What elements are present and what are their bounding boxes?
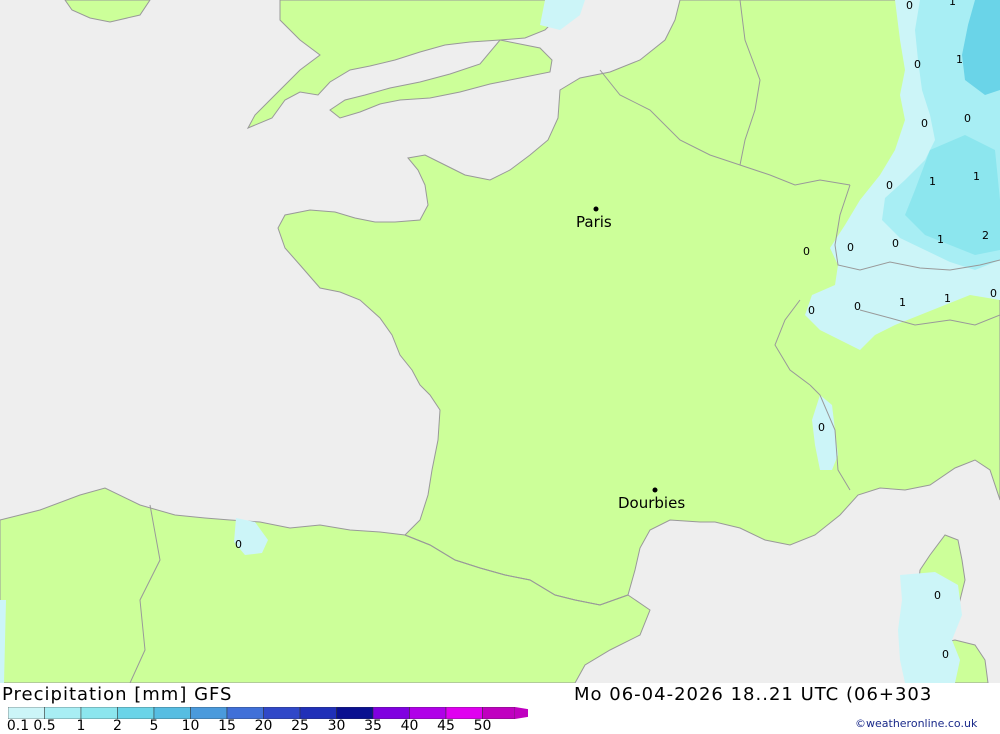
precip-label: 1 xyxy=(929,175,936,188)
precip-label: 0 xyxy=(886,179,893,192)
precip-label: 0 xyxy=(990,287,997,300)
precip-label: 1 xyxy=(973,170,980,183)
city-label: Paris xyxy=(576,213,612,231)
color-scale-labels: 0.1 0.5 1 2 5 10 15 20 25 30 35 40 45 50 xyxy=(0,718,520,734)
scale-label: 15 xyxy=(218,718,236,734)
precip-label: 0 xyxy=(808,304,815,317)
scale-label: 2 xyxy=(113,718,122,734)
precip-label: 0 xyxy=(964,112,971,125)
valid-time: Mo 06-04-2026 18..21 UTC (06+303 xyxy=(574,684,933,705)
precip-label: 0 xyxy=(906,0,913,12)
scale-label: 25 xyxy=(291,718,309,734)
precip-label: 0 xyxy=(803,245,810,258)
precip-label: 0 xyxy=(235,538,242,551)
scale-label: 10 xyxy=(181,718,200,734)
city-dot xyxy=(652,487,658,493)
scale-label: 20 xyxy=(254,718,273,734)
scale-label: 30 xyxy=(327,718,346,734)
credit-link[interactable]: ©weatheronline.co.uk xyxy=(855,717,977,730)
precip-label: 0 xyxy=(854,300,861,313)
scale-label: 45 xyxy=(437,718,455,734)
city-dot xyxy=(593,206,599,212)
precip-label: 1 xyxy=(899,296,906,309)
city-label: Dourbies xyxy=(618,494,685,512)
scale-label: 0.1 xyxy=(6,718,30,734)
precip-label: 1 xyxy=(956,53,963,66)
precip-label: 0 xyxy=(934,589,941,602)
precip-label: 0 xyxy=(942,648,949,661)
precip-label: 1 xyxy=(937,233,944,246)
scale-label: 1 xyxy=(76,718,86,734)
map-footer: Precipitation [mm] GFS Mo 06-04-2026 18.… xyxy=(0,683,1000,734)
precipitation-map: Paris Dourbies 0 1 0 1 0 0 0 1 1 0 0 0 1… xyxy=(0,0,1000,683)
rain-area-corsica xyxy=(898,572,962,683)
precip-label: 0 xyxy=(914,58,921,71)
scale-label: 5 xyxy=(149,718,159,734)
scale-label: 40 xyxy=(400,718,419,734)
scale-label: 35 xyxy=(364,718,382,734)
scale-label: 50 xyxy=(473,718,492,734)
scale-label: 0.5 xyxy=(33,718,56,734)
map-title: Precipitation [mm] GFS xyxy=(2,684,233,705)
precip-label: 1 xyxy=(949,0,956,8)
precip-label: 0 xyxy=(818,421,825,434)
precip-label: 2 xyxy=(982,229,989,242)
precip-label: 0 xyxy=(921,117,928,130)
precip-label: 1 xyxy=(944,292,951,305)
precip-label: 0 xyxy=(847,241,854,254)
precip-label: 0 xyxy=(892,237,899,250)
